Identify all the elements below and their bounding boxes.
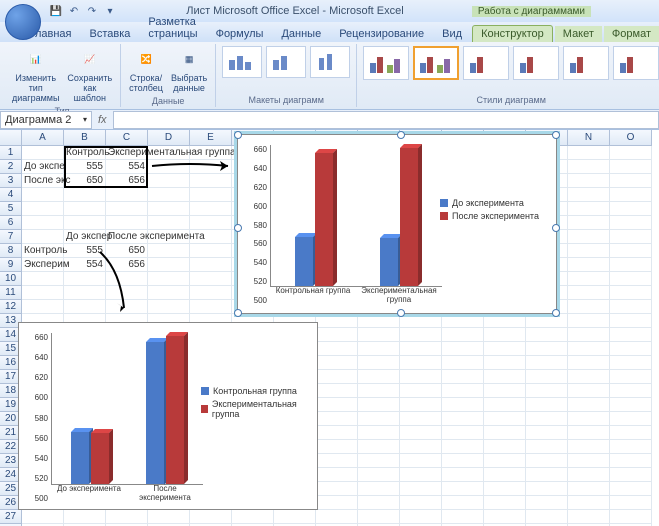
- style-thumb-6[interactable]: [613, 46, 659, 80]
- tab-layout[interactable]: Макет: [555, 26, 602, 42]
- layout-thumb-3[interactable]: [310, 46, 350, 78]
- col-head-D[interactable]: D: [148, 130, 190, 146]
- undo-icon[interactable]: ↶: [66, 3, 82, 19]
- change-chart-type-button[interactable]: 📊 Изменить тип диаграммы: [10, 46, 61, 106]
- chart2-y-axis: 660640620600580560540520500: [23, 333, 51, 503]
- chart2-x-labels: До экспериментаПосле эксперимента: [51, 485, 203, 503]
- chart-object-1[interactable]: 660640620600580560540520500 Контрольная …: [237, 134, 557, 314]
- name-box[interactable]: Диаграмма 2▾: [0, 111, 92, 129]
- layout-thumb-2[interactable]: [266, 46, 306, 78]
- title-bar: 💾 ↶ ↷ ▾ Лист Microsoft Office Excel - Mi…: [0, 0, 659, 22]
- select-data-icon: ▦: [177, 48, 201, 72]
- chart1-plot-area: [270, 145, 442, 287]
- tab-pagelayout[interactable]: Разметка страницы: [140, 14, 205, 42]
- selection-range: [64, 146, 148, 188]
- qat-more-icon[interactable]: ▾: [102, 3, 118, 19]
- style-thumb-3[interactable]: [463, 46, 509, 80]
- group-layouts-label: Макеты диаграмм: [249, 95, 324, 105]
- row-head-12[interactable]: 12: [0, 300, 22, 314]
- ribbon: 📊 Изменить тип диаграммы 📈 Сохранить как…: [0, 42, 659, 110]
- chart-type-icon: 📊: [24, 48, 48, 72]
- save-icon[interactable]: 💾: [48, 3, 64, 19]
- layout-gallery[interactable]: [222, 46, 350, 78]
- chart2-plot-area: [51, 333, 203, 485]
- col-head-O[interactable]: O: [610, 130, 652, 146]
- style-thumb-4[interactable]: [513, 46, 559, 80]
- col-head-C[interactable]: C: [106, 130, 148, 146]
- row-head-7[interactable]: 7: [0, 230, 22, 244]
- style-thumb-2[interactable]: [413, 46, 459, 80]
- col-head-N[interactable]: N: [568, 130, 610, 146]
- col-head-A[interactable]: A: [22, 130, 64, 146]
- row-head-10[interactable]: 10: [0, 272, 22, 286]
- col-head-E[interactable]: E: [190, 130, 232, 146]
- row-head-4[interactable]: 4: [0, 188, 22, 202]
- group-data-label: Данные: [152, 96, 185, 106]
- switch-row-col-button[interactable]: 🔀 Строка/столбец: [127, 46, 165, 96]
- tab-data[interactable]: Данные: [273, 26, 329, 42]
- tab-review[interactable]: Рецензирование: [331, 26, 432, 42]
- cell-C9[interactable]: 656: [106, 258, 148, 272]
- worksheet-grid[interactable]: ABCDEFGHIJKLMNO 123456789101112131415161…: [0, 130, 659, 526]
- formula-bar[interactable]: [113, 111, 659, 129]
- switch-icon: 🔀: [134, 48, 158, 72]
- row-head-1[interactable]: 1: [0, 146, 22, 160]
- save-template-icon: 📈: [78, 48, 102, 72]
- chart1-x-labels: Контрольная группаЭкспериментальная груп…: [270, 287, 442, 305]
- cell-A8[interactable]: Контроль: [22, 244, 64, 258]
- row-head-27[interactable]: 27: [0, 510, 22, 524]
- select-all-corner[interactable]: [0, 130, 22, 146]
- cell-C7[interactable]: После эксперимента: [106, 230, 148, 244]
- tab-designer[interactable]: Конструктор: [472, 25, 553, 42]
- redo-icon[interactable]: ↷: [84, 3, 100, 19]
- chart1-y-axis: 660640620600580560540520500: [242, 145, 270, 305]
- cell-C8[interactable]: 650: [106, 244, 148, 258]
- style-thumb-1[interactable]: [363, 46, 409, 80]
- layout-thumb-1[interactable]: [222, 46, 262, 78]
- save-template-button[interactable]: 📈 Сохранить как шаблон: [65, 46, 114, 106]
- style-thumb-5[interactable]: [563, 46, 609, 80]
- context-title: Работа с диаграммами: [472, 6, 591, 17]
- formula-bar-row: Диаграмма 2▾ fx: [0, 110, 659, 130]
- tab-format[interactable]: Формат: [604, 26, 659, 42]
- row-head-8[interactable]: 8: [0, 244, 22, 258]
- tab-view[interactable]: Вид: [434, 26, 470, 42]
- select-data-button[interactable]: ▦ Выбрать данные: [169, 46, 209, 96]
- row-head-9[interactable]: 9: [0, 258, 22, 272]
- cell-A9[interactable]: Эксперим: [22, 258, 64, 272]
- office-orb[interactable]: [5, 4, 41, 40]
- ribbon-tabs: Главная Вставка Разметка страницы Формул…: [0, 22, 659, 42]
- chart1-legend: До экспериментаПосле эксперимента: [440, 195, 550, 224]
- quick-access-toolbar: 💾 ↶ ↷ ▾: [48, 3, 118, 19]
- tab-formulas[interactable]: Формулы: [208, 26, 272, 42]
- cell-A3[interactable]: После экс: [22, 174, 64, 188]
- row-head-2[interactable]: 2: [0, 160, 22, 174]
- tab-insert[interactable]: Вставка: [81, 26, 138, 42]
- style-gallery[interactable]: [363, 46, 659, 80]
- fx-icon[interactable]: fx: [92, 114, 113, 126]
- cell-A2[interactable]: До экспе: [22, 160, 64, 174]
- chart2-legend: Контрольная группаЭкспериментальная груп…: [201, 383, 311, 422]
- row-head-11[interactable]: 11: [0, 286, 22, 300]
- row-head-3[interactable]: 3: [0, 174, 22, 188]
- col-head-B[interactable]: B: [64, 130, 106, 146]
- row-head-5[interactable]: 5: [0, 202, 22, 216]
- chart-object-2[interactable]: 660640620600580560540520500 До экспериме…: [18, 322, 318, 510]
- cell-B9[interactable]: 554: [64, 258, 106, 272]
- group-styles-label: Стили диаграмм: [477, 95, 546, 105]
- row-head-6[interactable]: 6: [0, 216, 22, 230]
- cell-B7[interactable]: До экспер: [64, 230, 106, 244]
- cell-B8[interactable]: 555: [64, 244, 106, 258]
